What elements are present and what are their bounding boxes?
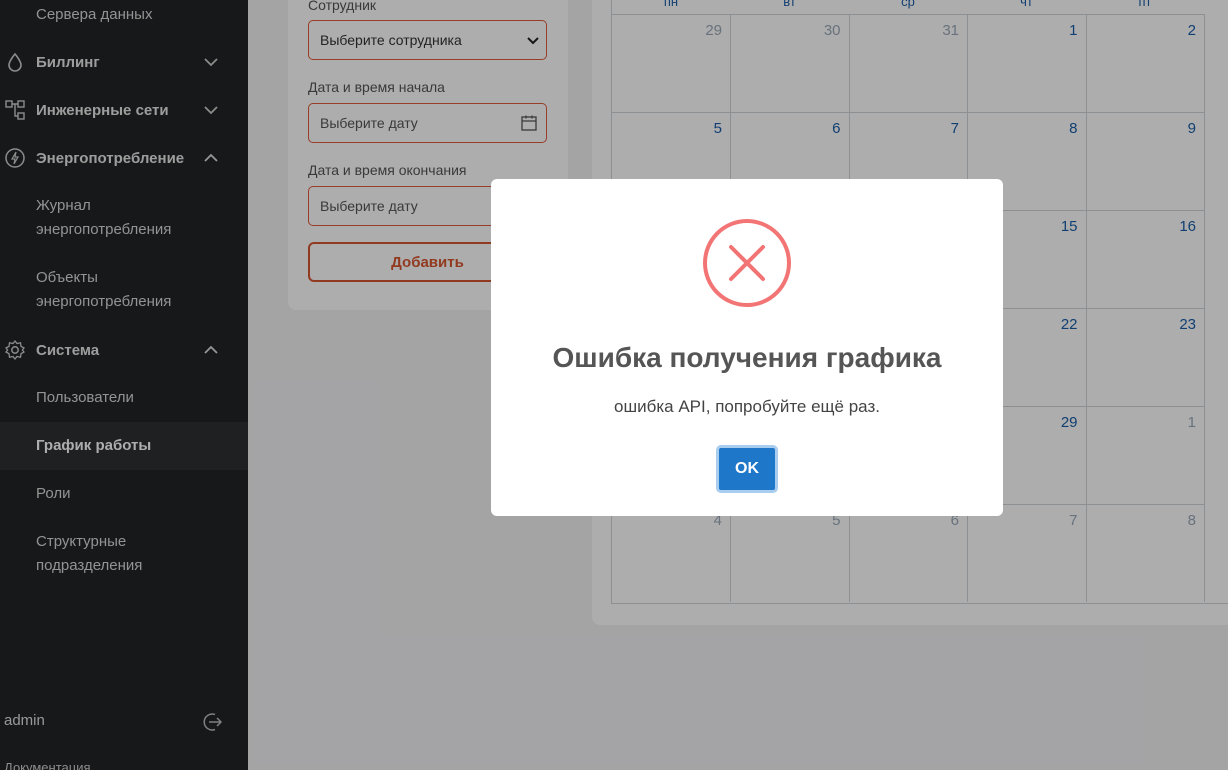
error-x-icon — [703, 219, 791, 307]
dialog-title: Ошибка получения графика — [552, 342, 942, 373]
error-dialog: Ошибка получения графика ошибка API, поп… — [491, 179, 1003, 516]
dialog-message: ошибка API, попробуйте ещё раз. — [614, 397, 880, 416]
ok-button[interactable]: OK — [716, 445, 778, 493]
